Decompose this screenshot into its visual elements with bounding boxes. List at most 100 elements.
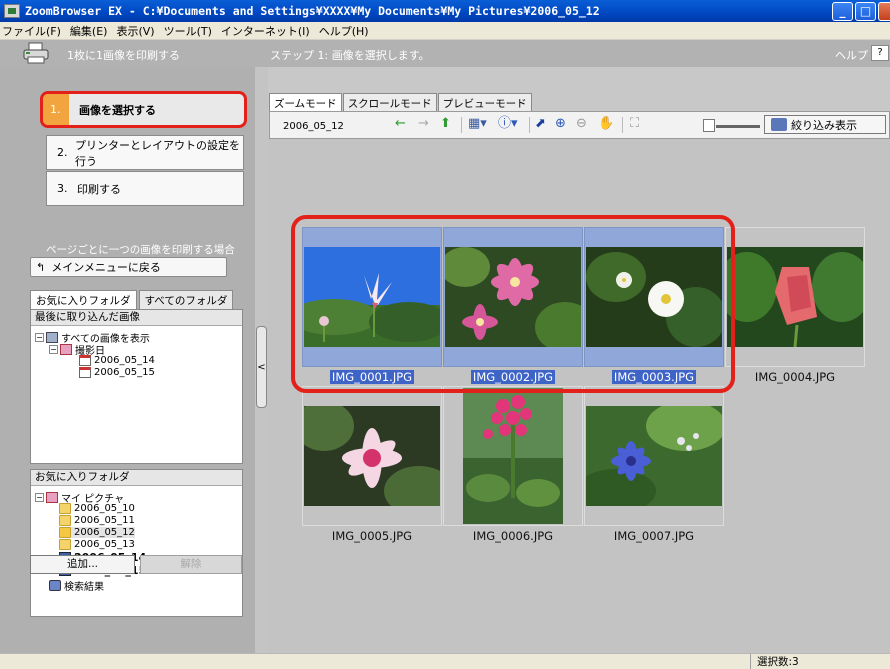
file-name: IMG_0006.JPG bbox=[472, 529, 554, 543]
tree-label: 検索結果 bbox=[64, 582, 104, 593]
task-title: 1枚に1画像を印刷する bbox=[67, 49, 180, 62]
menu-tools[interactable]: ツール(T) bbox=[164, 23, 212, 39]
minimize-icon[interactable]: _ bbox=[832, 2, 853, 21]
tree-folder[interactable]: 2006_05_13 bbox=[59, 539, 135, 550]
step-print[interactable]: 3. 印刷する bbox=[46, 171, 244, 206]
step-number: 1. bbox=[43, 94, 69, 125]
recent-images-title: 最後に取り込んだ画像 bbox=[31, 310, 242, 326]
file-name: IMG_0001.JPG bbox=[329, 370, 415, 384]
pointer-icon[interactable]: ⬈ bbox=[535, 117, 546, 131]
file-name: IMG_0004.JPG bbox=[754, 370, 836, 384]
tree-folder[interactable]: 2006_05_10 bbox=[59, 503, 135, 514]
thumbnail-item[interactable]: IMG_0007.JPG bbox=[584, 386, 724, 544]
file-name: IMG_0002.JPG bbox=[470, 370, 556, 384]
tree-label: 2006_05_14 bbox=[94, 355, 155, 366]
menu-edit[interactable]: 編集(E) bbox=[70, 23, 108, 39]
step-label: プリンターとレイアウトの設定を行う bbox=[74, 138, 240, 168]
tree-date-item[interactable]: 2006_05_15 bbox=[79, 367, 155, 378]
tab-preview-mode[interactable]: プレビューモード bbox=[437, 93, 532, 112]
toolbar-separator bbox=[622, 117, 623, 133]
collapse-icon[interactable]: − bbox=[35, 333, 44, 342]
zoom-slider-thumb[interactable] bbox=[703, 119, 715, 132]
tab-all-folders[interactable]: すべてのフォルダ bbox=[138, 290, 234, 309]
zoom-in-icon[interactable]: ⊕ bbox=[555, 117, 566, 131]
close-icon[interactable] bbox=[878, 2, 890, 21]
main-menu-button[interactable]: ↰ メインメニューに戻る bbox=[30, 257, 227, 277]
tab-zoom-mode[interactable]: ズームモード bbox=[269, 93, 342, 112]
back-arrow-icon[interactable]: ← bbox=[395, 117, 406, 131]
fit-view-icon[interactable]: ⛶ bbox=[630, 117, 639, 131]
collapse-icon[interactable]: − bbox=[49, 345, 58, 354]
add-favorite-button[interactable]: 追加... bbox=[30, 555, 135, 574]
folder-icon bbox=[59, 515, 71, 526]
photo-thumbnail bbox=[304, 406, 440, 506]
step-printer-layout[interactable]: 2. プリンターとレイアウトの設定を行う bbox=[46, 135, 244, 170]
photo-thumbnail bbox=[445, 247, 581, 347]
step-label: 印刷する bbox=[77, 182, 121, 196]
recent-images-box: 最後に取り込んだ画像 − すべての画像を表示 − 撮影日 2006_05_14 … bbox=[30, 309, 243, 464]
step-number: 2. bbox=[57, 146, 68, 159]
step-select-images[interactable]: 1. 画像を選択する bbox=[40, 91, 247, 128]
thumbnail-caption: IMG_0003.JPG bbox=[584, 370, 724, 384]
display-options-icon[interactable]: ▦▾ bbox=[468, 117, 487, 131]
collapse-icon[interactable]: − bbox=[35, 493, 44, 502]
zoom-out-icon[interactable]: ⊖ bbox=[576, 117, 587, 131]
favorite-folders-box: お気に入りフォルダ − マイ ピクチャ 2006_05_10 2006_05_1… bbox=[30, 469, 243, 617]
thumbnail-item[interactable]: IMG_0006.JPG bbox=[443, 386, 583, 544]
tree-date-item[interactable]: 2006_05_14 bbox=[79, 355, 155, 366]
narrow-down-button[interactable]: 絞り込み表示 bbox=[764, 115, 886, 134]
up-folder-icon[interactable]: ⬆ bbox=[440, 117, 451, 131]
step-number: 3. bbox=[57, 182, 68, 195]
tab-scroll-mode[interactable]: スクロールモード bbox=[342, 93, 437, 112]
browser-toolbar: 2006_05_12 ← → ⬆ ▦▾ ⓘ▾ ⬈ ⊕ ⊖ ✋ ⛶ 絞り込み表示 bbox=[269, 111, 890, 139]
menu-view[interactable]: 表示(V) bbox=[116, 23, 154, 39]
thumbnail-item[interactable]: IMG_0003.JPG bbox=[584, 227, 724, 385]
open-folder-icon bbox=[59, 527, 71, 538]
main-menu-label: メインメニューに戻る bbox=[51, 261, 161, 274]
thumbnail-caption: IMG_0005.JPG bbox=[302, 529, 442, 543]
tab-favorite-folders[interactable]: お気に入りフォルダ bbox=[30, 290, 137, 309]
calendar-icon bbox=[79, 367, 91, 378]
task-header: 1枚に1画像を印刷する ステップ 1: 画像を選択します。 ヘルプ ? bbox=[0, 40, 890, 67]
menu-help[interactable]: ヘルプ(H) bbox=[319, 23, 369, 39]
my-pictures-icon bbox=[46, 492, 58, 503]
thumbnail-item[interactable]: IMG_0004.JPG bbox=[725, 227, 865, 385]
photo-thumbnail bbox=[463, 388, 563, 524]
help-button[interactable]: ? bbox=[871, 45, 889, 61]
file-name: IMG_0003.JPG bbox=[611, 370, 697, 384]
thumbnail-item[interactable]: IMG_0005.JPG bbox=[302, 386, 442, 544]
hand-pan-icon[interactable]: ✋ bbox=[598, 117, 614, 131]
search-results-icon bbox=[49, 580, 61, 591]
tree-label: 2006_05_10 bbox=[74, 503, 135, 514]
thumbnail-caption: IMG_0007.JPG bbox=[584, 529, 724, 543]
zoom-slider-track[interactable] bbox=[716, 125, 760, 128]
photo-thumbnail bbox=[304, 247, 440, 347]
forward-arrow-icon[interactable]: → bbox=[418, 117, 429, 131]
thumbnail-caption: IMG_0006.JPG bbox=[443, 529, 583, 543]
thumbnail-grid: IMG_0001.JPG IMG_0002.JPG IMG_0003.JPG I… bbox=[268, 139, 890, 653]
thumbnail-item[interactable]: IMG_0001.JPG bbox=[302, 227, 442, 385]
tree-label: 2006_05_15 bbox=[94, 367, 155, 378]
info-icon[interactable]: ⓘ▾ bbox=[498, 117, 518, 131]
window-title: ZoomBrowser EX - C:¥Documents and Settin… bbox=[25, 4, 600, 18]
thumbnail-caption: IMG_0002.JPG bbox=[443, 370, 583, 384]
thumbnail-item[interactable]: IMG_0002.JPG bbox=[443, 227, 583, 385]
step-label: 画像を選択する bbox=[79, 103, 156, 117]
menu-internet[interactable]: インターネット(I) bbox=[221, 23, 310, 39]
tree-search-results[interactable]: 検索結果 bbox=[49, 578, 104, 593]
remove-favorite-button[interactable]: 解除 bbox=[140, 555, 242, 574]
help-link[interactable]: ヘルプ bbox=[835, 47, 868, 63]
calendar-icon bbox=[79, 355, 91, 366]
maximize-icon[interactable]: □ bbox=[855, 2, 876, 21]
thumbnail-caption: IMG_0001.JPG bbox=[302, 370, 442, 384]
thumbnail-caption: IMG_0004.JPG bbox=[725, 370, 865, 384]
status-bar: 選択数:3 bbox=[0, 653, 890, 669]
printer-icon bbox=[23, 42, 49, 64]
tree-folder-selected[interactable]: 2006_05_12 bbox=[59, 527, 135, 538]
tree-label: 2006_05_12 bbox=[74, 527, 135, 538]
menu-file[interactable]: ファイル(F) bbox=[2, 23, 61, 39]
tree-label: 2006_05_13 bbox=[74, 539, 135, 550]
collapse-panel-button[interactable]: < bbox=[256, 326, 267, 408]
selection-count: 選択数:3 bbox=[750, 654, 799, 669]
tree-folder[interactable]: 2006_05_11 bbox=[59, 515, 135, 526]
